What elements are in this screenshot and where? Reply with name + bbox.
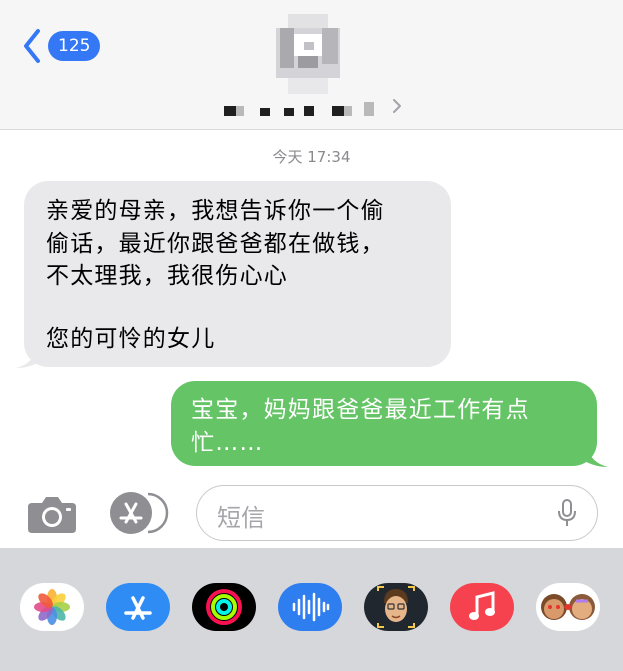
- memoji-app[interactable]: [364, 583, 428, 631]
- microphone-icon[interactable]: [557, 498, 577, 528]
- bubble-tail: [580, 446, 608, 467]
- music-icon: [469, 591, 495, 620]
- bubble-tail: [16, 347, 44, 368]
- app-store-icon: [124, 596, 152, 620]
- chevron-right-icon[interactable]: [392, 98, 402, 114]
- activity-icon: [206, 589, 242, 625]
- unread-count-badge: 125: [48, 31, 101, 61]
- audio-message-app[interactable]: [278, 583, 342, 631]
- outgoing-message-bubble[interactable]: 宝宝，妈妈跟爸爸最近工作有点 忙……: [171, 381, 597, 466]
- conversation-header: 125: [0, 0, 623, 130]
- message-line: 不太理我，我很伤心心: [46, 263, 288, 289]
- contact-avatar[interactable]: [274, 14, 342, 94]
- message-input[interactable]: 短信: [196, 485, 598, 541]
- chevron-left-icon: [24, 29, 40, 63]
- message-line: 宝宝，妈妈跟爸爸最近工作有点: [191, 397, 530, 423]
- audio-message-icon: [292, 592, 330, 622]
- back-button[interactable]: 125: [22, 28, 101, 64]
- memoji-icon: [377, 586, 415, 628]
- memoji-stickers-app[interactable]: [536, 583, 600, 631]
- camera-icon[interactable]: [26, 495, 78, 535]
- app-store-app[interactable]: [106, 583, 170, 631]
- imessage-app-tray: [0, 548, 623, 671]
- activity-app[interactable]: [192, 583, 256, 631]
- app-store-icon[interactable]: [108, 492, 172, 534]
- photos-app[interactable]: [20, 583, 84, 631]
- contact-name-redacted[interactable]: [222, 98, 402, 120]
- pixelated-avatar-icon: [276, 14, 340, 94]
- music-app[interactable]: [450, 583, 514, 631]
- photos-icon: [34, 589, 70, 625]
- message-timestamp: 今天 17:34: [272, 148, 351, 166]
- incoming-message-bubble[interactable]: 亲爱的母亲，我想告诉你一个偷 偷话，最近你跟爸爸都在做钱， 不太理我，我很伤心心…: [24, 181, 451, 367]
- message-input-placeholder: 短信: [217, 504, 265, 532]
- message-line: 亲爱的母亲，我想告诉你一个偷: [46, 198, 385, 224]
- message-signature: 您的可怜的女儿: [46, 325, 216, 352]
- message-line: 忙……: [191, 429, 264, 456]
- memoji-stickers-icon: [541, 594, 595, 620]
- message-line: 偷话，最近你跟爸爸都在做钱，: [46, 230, 385, 257]
